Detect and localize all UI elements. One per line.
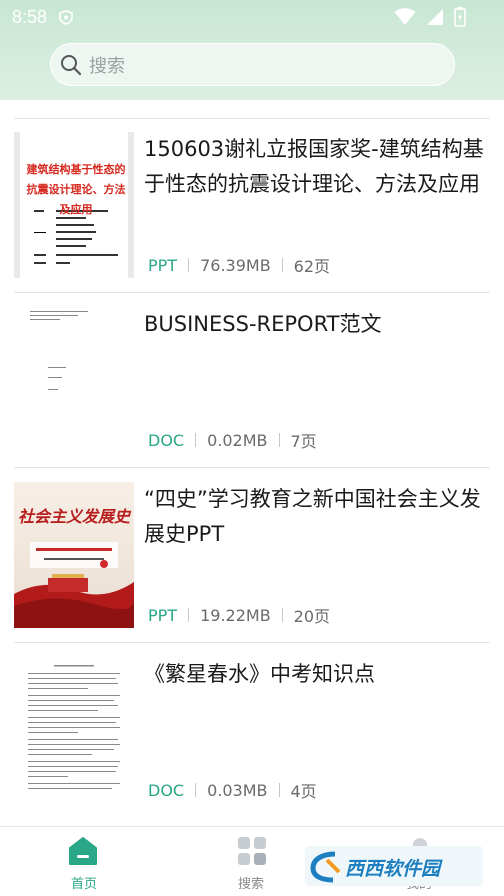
watermark-text: 西西软件园 [345, 858, 441, 880]
status-icons [394, 7, 466, 27]
home-icon [69, 837, 97, 865]
shield-icon [59, 9, 73, 25]
list-item[interactable]: 《繁星春水》中考知识点 DOC 0.03MB 4页 [0, 643, 504, 817]
file-size: 19.22MB [200, 605, 271, 625]
item-meta: DOC 0.02MB 7页 [148, 428, 317, 452]
item-title[interactable]: 《繁星春水》中考知识点 [144, 657, 494, 692]
item-meta: DOC 0.03MB 4页 [148, 778, 317, 802]
list-item[interactable]: 建筑结构基于性态的抗震设计理论、方法及应用 150603谢礼立报国家奖-建筑结构… [0, 118, 504, 292]
page-count: 20页 [293, 607, 331, 626]
page-count: 62页 [293, 257, 331, 276]
file-size: 0.02MB [207, 430, 268, 450]
file-type: PPT [148, 255, 178, 275]
search-icon [61, 54, 82, 75]
document-thumbnail: 建筑结构基于性态的抗震设计理论、方法及应用 [14, 132, 134, 278]
meta-divider [188, 258, 190, 272]
item-meta: PPT 19.22MB 20页 [148, 603, 330, 627]
tab-home[interactable]: 首页 [34, 827, 134, 896]
meta-divider [195, 433, 197, 447]
page-count: 7页 [290, 432, 317, 451]
status-time: 8:58 [12, 6, 48, 27]
status-bar: 8:58 [0, 0, 504, 34]
meta-divider [195, 783, 197, 797]
watermark-logo: 西西软件园 [305, 846, 483, 886]
page-count: 4页 [290, 782, 317, 801]
thumbnail-heading: 建筑结构基于性态的抗震设计理论、方法及应用 [26, 163, 126, 216]
search-placeholder: 搜索 [89, 55, 125, 77]
file-type: DOC [148, 780, 185, 800]
thumbnail-graphic [14, 307, 134, 453]
thumbnail-graphic [14, 657, 134, 803]
item-title[interactable]: BUSINESS-REPORT范文 [144, 307, 494, 342]
meta-divider [188, 608, 190, 622]
meta-divider [281, 608, 283, 622]
tab-home-label: 首页 [70, 877, 97, 892]
meta-divider [278, 783, 280, 797]
meta-divider [281, 258, 283, 272]
document-thumbnail [14, 657, 134, 803]
item-meta: PPT 76.39MB 62页 [148, 253, 330, 277]
meta-divider [278, 433, 280, 447]
thumbnail-graphic [14, 482, 134, 628]
thumbnail-heading: 社会主义发展史 [18, 507, 131, 526]
tab-search-label: 搜索 [237, 877, 264, 892]
file-size: 0.03MB [207, 780, 268, 800]
wifi-icon [394, 8, 416, 25]
item-title[interactable]: “四史”学习教育之新中国社会主义发展史PPT [144, 482, 494, 552]
file-size: 76.39MB [200, 255, 271, 275]
list-item[interactable]: 社会主义发展史 “四史”学习教育之新中国社会主义发展史PPT PPT 19.22… [0, 468, 504, 642]
search-input[interactable]: 搜索 [50, 43, 455, 86]
battery-icon [454, 7, 466, 27]
file-type: DOC [148, 430, 185, 450]
tab-search[interactable]: 搜索 [201, 827, 301, 896]
file-type: PPT [148, 605, 178, 625]
grid-icon [238, 837, 266, 865]
list-item[interactable]: BUSINESS-REPORT范文 DOC 0.02MB 7页 [0, 293, 504, 467]
item-title[interactable]: 150603谢礼立报国家奖-建筑结构基于性态的抗震设计理论、方法及应用 [144, 132, 494, 202]
cell-signal-icon [427, 9, 443, 25]
document-thumbnail: 社会主义发展史 [14, 482, 134, 628]
document-thumbnail [14, 307, 134, 453]
